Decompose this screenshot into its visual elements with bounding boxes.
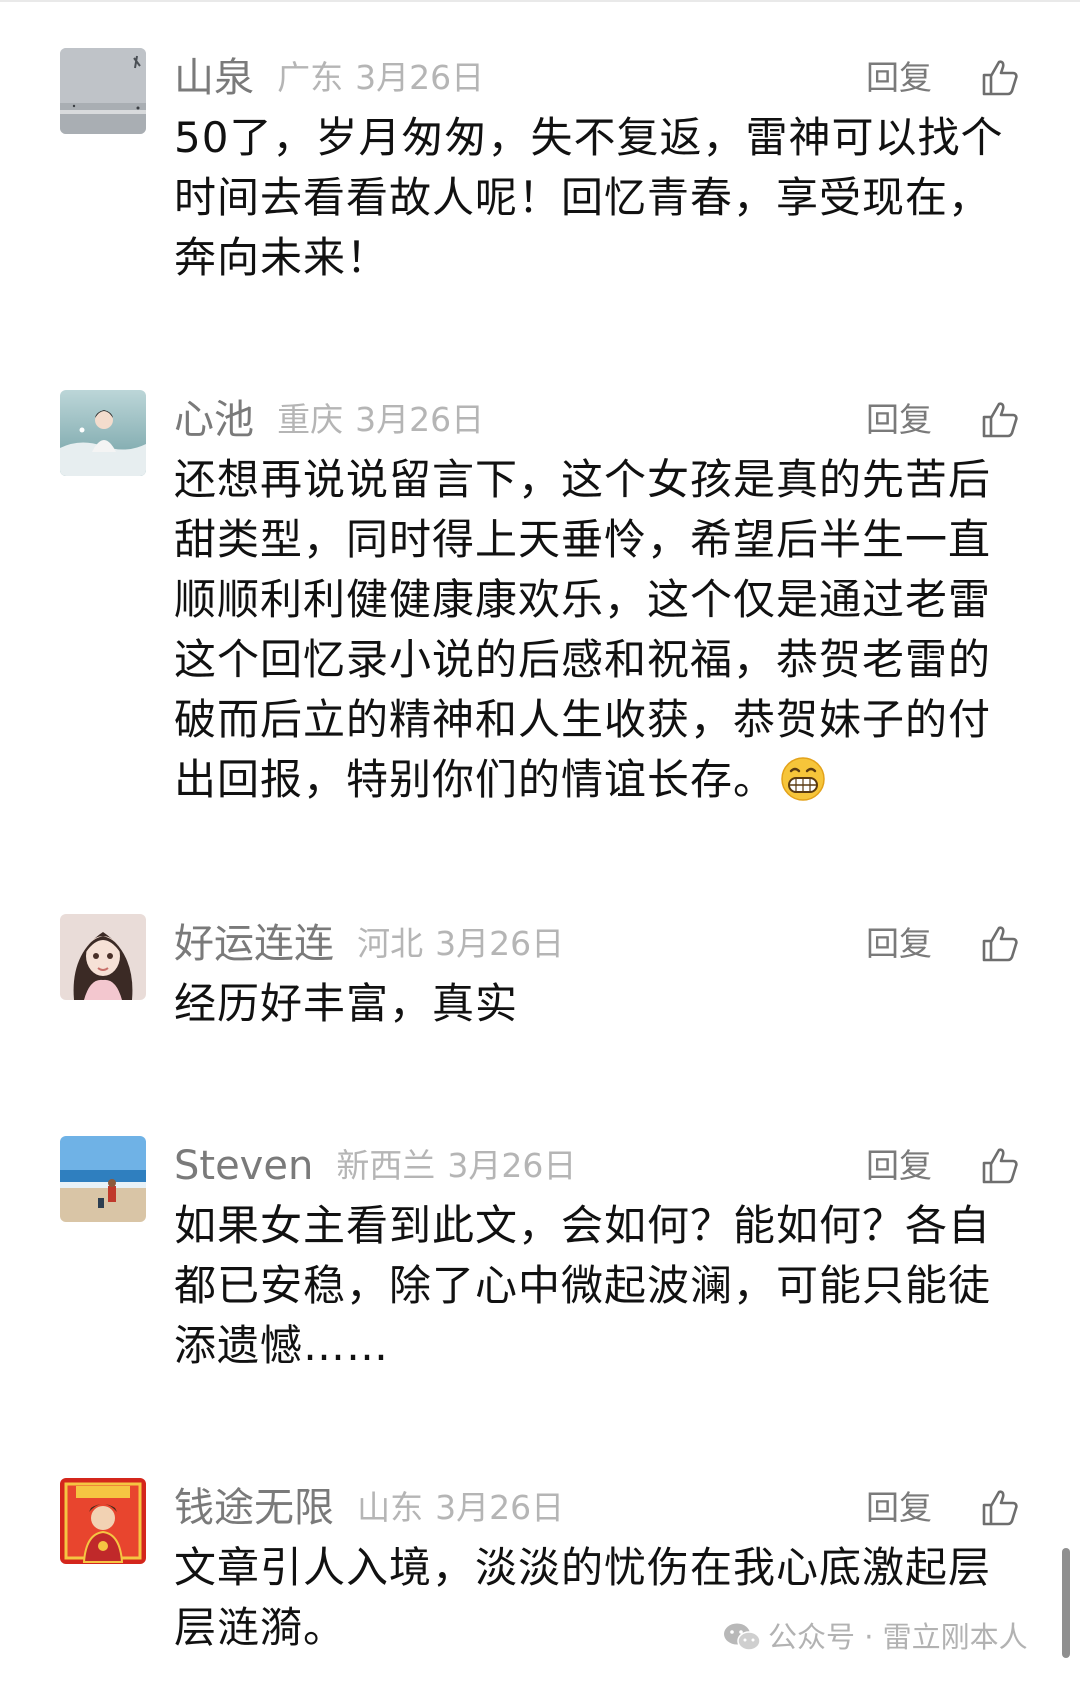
comment-text: 50了，岁月匆匆，失不复返，雷神可以找个 时间去看看故人呢！回忆青春，享受现在，… [174, 108, 1010, 288]
scrollbar[interactable] [1062, 1548, 1070, 1658]
comment-line: 出回报，特别你们的情谊长存。 [174, 750, 1010, 810]
nickname[interactable]: 钱途无限 [174, 1478, 334, 1538]
nickname[interactable]: 好运连连 [174, 914, 334, 974]
comment-meta: 广东 3月26日 [277, 48, 484, 108]
avatar[interactable] [60, 1136, 146, 1222]
region: 河北 [357, 924, 424, 963]
thumbs-up-icon[interactable] [980, 1488, 1020, 1528]
date: 3月26日 [355, 58, 485, 97]
comment-line: 50了，岁月匆匆，失不复返，雷神可以找个 [174, 113, 1004, 162]
comment-line: 文章引人入境，淡淡的忧伤在我心底激起层 [174, 1543, 992, 1592]
nickname[interactable]: 心池 [174, 390, 254, 450]
comment-line: 这个回忆录小说的后感和祝福，恭贺老雷的 [174, 635, 992, 684]
watermark: 公众号 · 雷立刚本人 [722, 1615, 1028, 1659]
region: 新西兰 [336, 1146, 436, 1185]
reply-button[interactable]: 回复 [866, 48, 932, 108]
nickname[interactable]: Steven [174, 1136, 313, 1196]
grinning-face-icon [780, 756, 826, 802]
wechat-icon [722, 1621, 762, 1653]
avatar[interactable] [60, 48, 146, 134]
avatar[interactable] [60, 390, 146, 476]
reply-button[interactable]: 回复 [866, 1478, 932, 1538]
comment-line: 顺顺利利健健康康欢乐，这个仅是通过老雷 [174, 575, 992, 624]
date: 3月26日 [447, 1146, 577, 1185]
date: 3月26日 [435, 924, 565, 963]
reply-button[interactable]: 回复 [866, 914, 932, 974]
comment-meta: 新西兰 3月26日 [336, 1136, 576, 1196]
date: 3月26日 [355, 400, 485, 439]
comment-meta: 重庆 3月26日 [277, 390, 484, 450]
thumbs-up-icon[interactable] [980, 58, 1020, 98]
region: 山东 [357, 1488, 424, 1527]
top-divider [0, 0, 1080, 2]
comment-line: 还想再说说留言下，这个女孩是真的先苦后 [174, 455, 992, 504]
comment-line: 都已安稳，除了心中微起波澜，可能只能徒 [174, 1261, 992, 1310]
region: 重庆 [277, 400, 344, 439]
thumbs-up-icon[interactable] [980, 924, 1020, 964]
reply-button[interactable]: 回复 [866, 390, 932, 450]
comment-line: 甜类型，同时得上天垂怜，希望后半生一直 [174, 515, 992, 564]
watermark-label: 公众号 · 雷立刚本人 [768, 1620, 1028, 1654]
comment-line: 如果女主看到此文，会如何？能如何？各自 [174, 1201, 992, 1250]
comment-text: 如果女主看到此文，会如何？能如何？各自 都已安稳，除了心中微起波澜，可能只能徒 … [174, 1196, 1010, 1376]
comment-line: 添遗憾…… [174, 1321, 390, 1370]
comment-line: 经历好丰富，真实 [174, 979, 519, 1028]
avatar[interactable] [60, 914, 146, 1000]
comment-line-text: 出回报，特别你们的情谊长存。 [174, 755, 777, 804]
comment-meta: 山东 3月26日 [357, 1478, 564, 1538]
comment-text: 经历好丰富，真实 [174, 974, 1010, 1034]
region: 广东 [277, 58, 344, 97]
avatar[interactable] [60, 1478, 146, 1564]
thumbs-up-icon[interactable] [980, 400, 1020, 440]
comment-text: 还想再说说留言下，这个女孩是真的先苦后 甜类型，同时得上天垂怜，希望后半生一直 … [174, 450, 1010, 810]
nickname[interactable]: 山泉 [174, 48, 254, 108]
comment-line: 时间去看看故人呢！回忆青春，享受现在， [174, 173, 992, 222]
comment-meta: 河北 3月26日 [357, 914, 564, 974]
thumbs-up-icon[interactable] [980, 1146, 1020, 1186]
date: 3月26日 [435, 1488, 565, 1527]
comment-line: 奔向未来！ [174, 233, 390, 282]
reply-button[interactable]: 回复 [866, 1136, 932, 1196]
comment-line: 破而后立的精神和人生收获，恭贺妹子的付 [174, 695, 992, 744]
